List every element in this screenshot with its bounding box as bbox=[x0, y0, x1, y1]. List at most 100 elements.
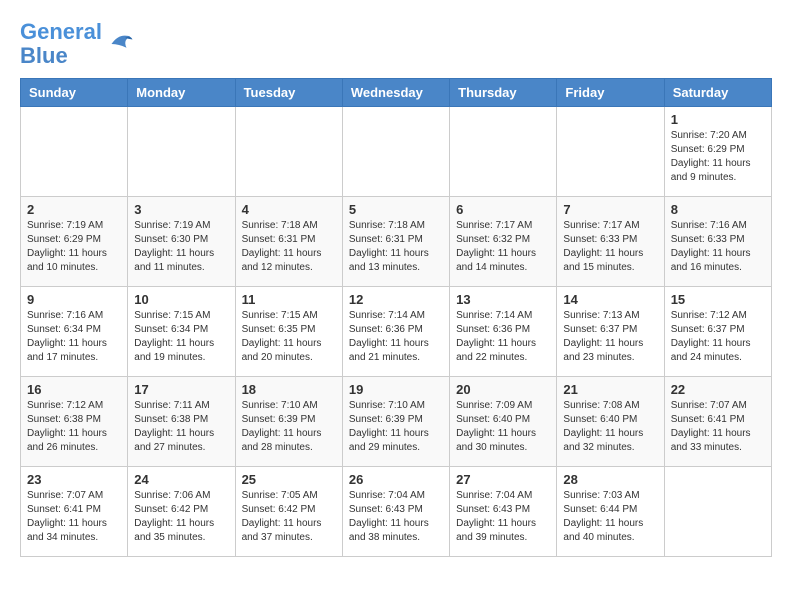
day-info: Sunrise: 7:05 AM Sunset: 6:42 PM Dayligh… bbox=[242, 489, 336, 545]
calendar-cell: 5 Sunrise: 7:18 AM Sunset: 6:31 PM Daylig… bbox=[342, 197, 449, 287]
day-number: 3 bbox=[134, 202, 228, 217]
day-info: Sunrise: 7:17 AM Sunset: 6:32 PM Dayligh… bbox=[456, 219, 550, 275]
calendar-cell: 24 Sunrise: 7:06 AM Sunset: 6:42 PM Dayli… bbox=[128, 467, 235, 557]
calendar-cell: 8 Sunrise: 7:16 AM Sunset: 6:33 PM Daylig… bbox=[664, 197, 771, 287]
day-info: Sunrise: 7:07 AM Sunset: 6:41 PM Dayligh… bbox=[27, 489, 121, 545]
day-number: 18 bbox=[242, 382, 336, 397]
day-info: Sunrise: 7:14 AM Sunset: 6:36 PM Dayligh… bbox=[456, 309, 550, 365]
calendar-cell: 13 Sunrise: 7:14 AM Sunset: 6:36 PM Dayli… bbox=[450, 287, 557, 377]
logo-bird-icon bbox=[104, 29, 134, 59]
calendar-cell: 18 Sunrise: 7:10 AM Sunset: 6:39 PM Dayli… bbox=[235, 377, 342, 467]
calendar-cell bbox=[235, 107, 342, 197]
calendar-cell: 25 Sunrise: 7:05 AM Sunset: 6:42 PM Dayli… bbox=[235, 467, 342, 557]
day-info: Sunrise: 7:15 AM Sunset: 6:34 PM Dayligh… bbox=[134, 309, 228, 365]
day-info: Sunrise: 7:14 AM Sunset: 6:36 PM Dayligh… bbox=[349, 309, 443, 365]
calendar-cell: 1 Sunrise: 7:20 AM Sunset: 6:29 PM Daylig… bbox=[664, 107, 771, 197]
day-number: 7 bbox=[563, 202, 657, 217]
day-info: Sunrise: 7:11 AM Sunset: 6:38 PM Dayligh… bbox=[134, 399, 228, 455]
day-number: 21 bbox=[563, 382, 657, 397]
calendar-cell: 26 Sunrise: 7:04 AM Sunset: 6:43 PM Dayli… bbox=[342, 467, 449, 557]
calendar-cell: 10 Sunrise: 7:15 AM Sunset: 6:34 PM Dayli… bbox=[128, 287, 235, 377]
day-info: Sunrise: 7:16 AM Sunset: 6:33 PM Dayligh… bbox=[671, 219, 765, 275]
day-info: Sunrise: 7:04 AM Sunset: 6:43 PM Dayligh… bbox=[349, 489, 443, 545]
calendar-week-row: 16 Sunrise: 7:12 AM Sunset: 6:38 PM Dayli… bbox=[21, 377, 772, 467]
calendar-cell: 2Sunrise: 7:19 AM Sunset: 6:29 PM Daylig… bbox=[21, 197, 128, 287]
day-number: 26 bbox=[349, 472, 443, 487]
day-info: Sunrise: 7:06 AM Sunset: 6:42 PM Dayligh… bbox=[134, 489, 228, 545]
day-number: 24 bbox=[134, 472, 228, 487]
day-number: 15 bbox=[671, 292, 765, 307]
calendar-cell: 14 Sunrise: 7:13 AM Sunset: 6:37 PM Dayli… bbox=[557, 287, 664, 377]
day-info: Sunrise: 7:12 AM Sunset: 6:37 PM Dayligh… bbox=[671, 309, 765, 365]
calendar-cell: 17 Sunrise: 7:11 AM Sunset: 6:38 PM Dayli… bbox=[128, 377, 235, 467]
day-info: Sunrise: 7:13 AM Sunset: 6:37 PM Dayligh… bbox=[563, 309, 657, 365]
calendar-cell bbox=[664, 467, 771, 557]
day-info: Sunrise: 7:15 AM Sunset: 6:35 PM Dayligh… bbox=[242, 309, 336, 365]
day-number: 13 bbox=[456, 292, 550, 307]
calendar-cell: 11 Sunrise: 7:15 AM Sunset: 6:35 PM Dayli… bbox=[235, 287, 342, 377]
day-info: Sunrise: 7:07 AM Sunset: 6:41 PM Dayligh… bbox=[671, 399, 765, 455]
weekday-header: Sunday bbox=[21, 79, 128, 107]
weekday-header: Thursday bbox=[450, 79, 557, 107]
calendar-cell: 21Sunrise: 7:08 AM Sunset: 6:40 PM Dayli… bbox=[557, 377, 664, 467]
day-number: 5 bbox=[349, 202, 443, 217]
calendar-cell: 23 Sunrise: 7:07 AM Sunset: 6:41 PM Dayli… bbox=[21, 467, 128, 557]
day-info: Sunrise: 7:17 AM Sunset: 6:33 PM Dayligh… bbox=[563, 219, 657, 275]
calendar-cell: 4 Sunrise: 7:18 AM Sunset: 6:31 PM Daylig… bbox=[235, 197, 342, 287]
calendar-cell: 22 Sunrise: 7:07 AM Sunset: 6:41 PM Dayli… bbox=[664, 377, 771, 467]
day-info: Sunrise: 7:10 AM Sunset: 6:39 PM Dayligh… bbox=[242, 399, 336, 455]
day-info: Sunrise: 7:20 AM Sunset: 6:29 PM Dayligh… bbox=[671, 129, 765, 185]
day-number: 10 bbox=[134, 292, 228, 307]
weekday-header: Monday bbox=[128, 79, 235, 107]
day-info: Sunrise: 7:18 AM Sunset: 6:31 PM Dayligh… bbox=[242, 219, 336, 275]
day-number: 22 bbox=[671, 382, 765, 397]
calendar-week-row: 23 Sunrise: 7:07 AM Sunset: 6:41 PM Dayli… bbox=[21, 467, 772, 557]
day-info: Sunrise: 7:19 AM Sunset: 6:30 PM Dayligh… bbox=[134, 219, 228, 275]
weekday-header: Tuesday bbox=[235, 79, 342, 107]
calendar-cell: 27 Sunrise: 7:04 AM Sunset: 6:43 PM Dayli… bbox=[450, 467, 557, 557]
weekday-header: Friday bbox=[557, 79, 664, 107]
day-number: 9 bbox=[27, 292, 121, 307]
calendar-cell: 16 Sunrise: 7:12 AM Sunset: 6:38 PM Dayli… bbox=[21, 377, 128, 467]
day-number: 17 bbox=[134, 382, 228, 397]
calendar-week-row: 9Sunrise: 7:16 AM Sunset: 6:34 PM Daylig… bbox=[21, 287, 772, 377]
day-number: 16 bbox=[27, 382, 121, 397]
calendar-cell: 9Sunrise: 7:16 AM Sunset: 6:34 PM Daylig… bbox=[21, 287, 128, 377]
day-number: 11 bbox=[242, 292, 336, 307]
day-number: 25 bbox=[242, 472, 336, 487]
day-number: 19 bbox=[349, 382, 443, 397]
calendar-cell bbox=[128, 107, 235, 197]
calendar-header-row: SundayMondayTuesdayWednesdayThursdayFrid… bbox=[21, 79, 772, 107]
day-number: 14 bbox=[563, 292, 657, 307]
day-number: 4 bbox=[242, 202, 336, 217]
day-info: Sunrise: 7:09 AM Sunset: 6:40 PM Dayligh… bbox=[456, 399, 550, 455]
day-number: 28 bbox=[563, 472, 657, 487]
day-number: 23 bbox=[27, 472, 121, 487]
calendar-cell: 7 Sunrise: 7:17 AM Sunset: 6:33 PM Daylig… bbox=[557, 197, 664, 287]
calendar-cell: 28 Sunrise: 7:03 AM Sunset: 6:44 PM Dayli… bbox=[557, 467, 664, 557]
weekday-header: Wednesday bbox=[342, 79, 449, 107]
day-number: 12 bbox=[349, 292, 443, 307]
calendar-cell bbox=[21, 107, 128, 197]
calendar-table: SundayMondayTuesdayWednesdayThursdayFrid… bbox=[20, 78, 772, 557]
day-number: 27 bbox=[456, 472, 550, 487]
calendar-cell: 19 Sunrise: 7:10 AM Sunset: 6:39 PM Dayli… bbox=[342, 377, 449, 467]
logo-text: General Blue bbox=[20, 20, 102, 68]
weekday-header: Saturday bbox=[664, 79, 771, 107]
calendar-cell bbox=[342, 107, 449, 197]
calendar-cell: 6Sunrise: 7:17 AM Sunset: 6:32 PM Daylig… bbox=[450, 197, 557, 287]
day-info: Sunrise: 7:18 AM Sunset: 6:31 PM Dayligh… bbox=[349, 219, 443, 275]
logo: General Blue bbox=[20, 20, 134, 68]
calendar-week-row: 2Sunrise: 7:19 AM Sunset: 6:29 PM Daylig… bbox=[21, 197, 772, 287]
calendar-cell bbox=[450, 107, 557, 197]
day-info: Sunrise: 7:03 AM Sunset: 6:44 PM Dayligh… bbox=[563, 489, 657, 545]
calendar-cell bbox=[557, 107, 664, 197]
day-number: 1 bbox=[671, 112, 765, 127]
day-info: Sunrise: 7:04 AM Sunset: 6:43 PM Dayligh… bbox=[456, 489, 550, 545]
day-number: 8 bbox=[671, 202, 765, 217]
page-header: General Blue bbox=[20, 20, 772, 68]
calendar-cell: 15 Sunrise: 7:12 AM Sunset: 6:37 PM Dayli… bbox=[664, 287, 771, 377]
day-number: 2 bbox=[27, 202, 121, 217]
day-info: Sunrise: 7:10 AM Sunset: 6:39 PM Dayligh… bbox=[349, 399, 443, 455]
day-info: Sunrise: 7:12 AM Sunset: 6:38 PM Dayligh… bbox=[27, 399, 121, 455]
